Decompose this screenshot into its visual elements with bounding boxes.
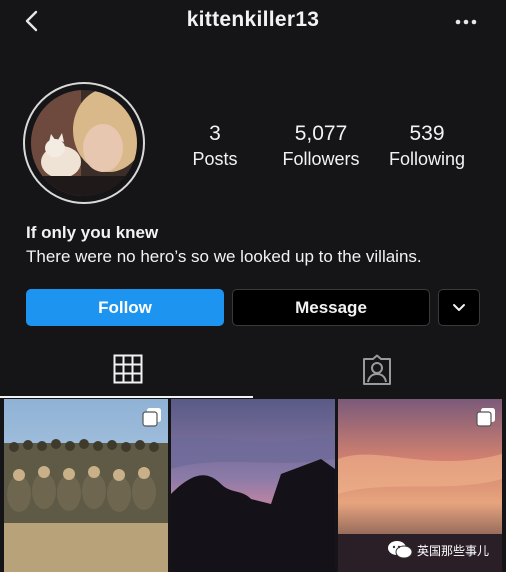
more-horizontal-icon[interactable] — [455, 19, 477, 25]
profile-header: kittenkiller13 — [0, 0, 506, 44]
tab-tagged[interactable] — [253, 343, 506, 398]
follow-button[interactable]: Follow — [26, 289, 224, 326]
followers-count-value: 5,077 — [294, 122, 348, 145]
wechat-logo-icon — [388, 541, 413, 559]
multi-photo-icon — [476, 408, 495, 427]
watermark: 英国那些事儿 — [387, 540, 489, 560]
avatar-image — [31, 90, 137, 196]
active-tab-indicator — [0, 396, 253, 398]
bio-name: If only you knew — [26, 223, 159, 242]
grid-icon — [113, 354, 143, 384]
message-button[interactable]: Message — [232, 289, 430, 326]
profile-username: kittenkiller13 — [186, 8, 320, 31]
suggested-dropdown-button[interactable] — [438, 289, 480, 326]
multi-photo-icon — [142, 408, 161, 427]
followers-count[interactable]: 5,077 Followers — [266, 121, 376, 171]
post-thumbnail-2[interactable] — [171, 399, 335, 572]
profile-tabs — [0, 343, 506, 398]
following-count[interactable]: 539 Following — [372, 121, 482, 171]
following-count-label: Following — [388, 149, 466, 169]
chevron-down-icon — [453, 303, 465, 311]
avatar[interactable] — [31, 90, 137, 196]
followers-count-label: Followers — [282, 149, 360, 169]
watermark-text: 英国那些事儿 — [417, 543, 490, 558]
post-image-sunset — [171, 399, 335, 572]
posts-count-value: 3 — [209, 122, 221, 145]
posts-count: 3 Posts — [160, 121, 270, 171]
following-count-value: 539 — [409, 122, 445, 145]
tagged-person-icon — [363, 354, 391, 385]
post-thumbnail-1[interactable] — [4, 399, 168, 572]
bio-text: There were no hero’s so we looked up to … — [26, 247, 422, 266]
posts-count-label: Posts — [192, 149, 238, 169]
tab-posts-grid[interactable] — [0, 343, 253, 398]
